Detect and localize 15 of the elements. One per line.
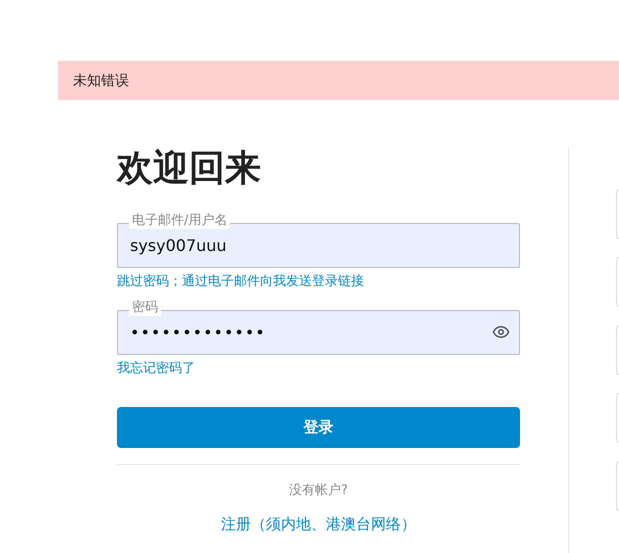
login-option-button[interactable] xyxy=(616,393,619,443)
login-option-button[interactable] xyxy=(616,257,619,307)
email-link[interactable]: 跳过密码；通过电子邮件向我发送登录链接 xyxy=(117,274,364,290)
show-password-icon[interactable] xyxy=(492,323,510,341)
login-button[interactable]: 登录 xyxy=(117,407,520,448)
login-option-button[interactable] xyxy=(616,189,619,239)
page-title: 欢迎回来 xyxy=(117,147,262,191)
signup-prompt: 没有帐户? xyxy=(289,482,348,499)
forgot-password-link[interactable]: 我忘记密码了 xyxy=(117,361,195,377)
login-option-button[interactable] xyxy=(616,325,619,375)
login-option-button[interactable] xyxy=(616,461,619,511)
signup-link[interactable]: 注册（须内地、港澳台网络） xyxy=(221,515,416,534)
field-label: 电子邮件/用户名 xyxy=(129,213,230,229)
error-message: 未知错误 xyxy=(73,72,129,90)
field-label: 密码 xyxy=(129,300,161,316)
